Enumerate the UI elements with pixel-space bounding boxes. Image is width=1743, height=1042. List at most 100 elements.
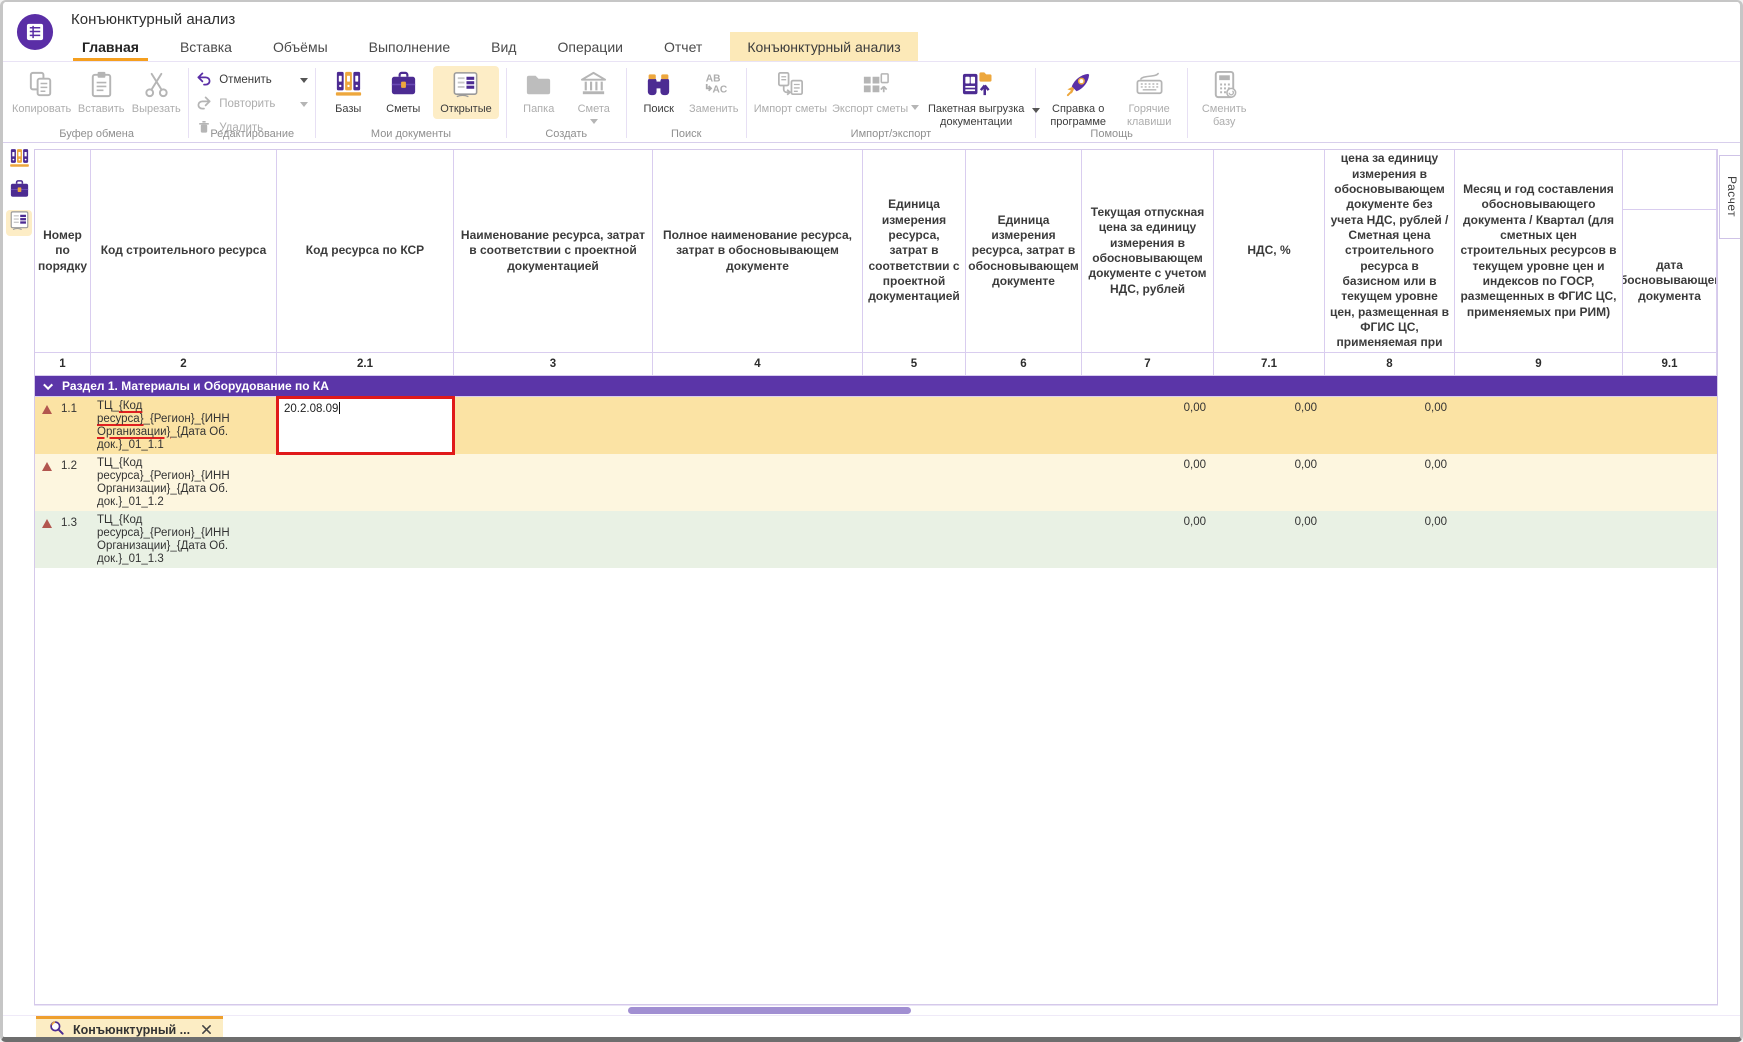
group-divider: [506, 68, 507, 138]
hotkeys-label: Горячие клавиши: [1119, 103, 1179, 129]
folder-button[interactable]: Папка: [514, 66, 564, 116]
section-title: Раздел 1. Материалы и Оборудование по КА: [62, 379, 329, 393]
opened-doc-mini-icon: [8, 209, 31, 237]
raschet-label: Расчет: [1725, 176, 1739, 217]
binoculars-icon: [643, 68, 674, 101]
column-number: 4: [653, 353, 863, 376]
document-tab-konyunkturny-analiz[interactable]: Конъюнктурный ...: [36, 1016, 223, 1040]
column-number: 7.1: [1214, 353, 1325, 376]
redo-label: Повторить: [219, 98, 275, 110]
tab-vid[interactable]: Вид: [478, 32, 529, 61]
column-number: 2.1: [277, 353, 454, 376]
replace-label: Заменить: [689, 103, 738, 116]
sidebar-bases-button[interactable]: [6, 148, 32, 174]
paste-label: Вставить: [78, 103, 125, 116]
copy-icon: [26, 68, 57, 101]
ribbon-group-create: Папка Смета Создать: [509, 66, 624, 142]
folder-label: Папка: [523, 103, 554, 116]
main-area: Номер по порядку Код строительного ресур…: [3, 143, 1740, 1005]
export-dropdown-icon[interactable]: [911, 105, 919, 114]
sidebar-estimates-button[interactable]: [6, 179, 32, 205]
group-label-help: Помощь: [1038, 128, 1185, 140]
tab-obyomy[interactable]: Объёмы: [260, 32, 341, 61]
column-number: 6: [966, 353, 1082, 376]
redo-button[interactable]: Повторить: [196, 94, 308, 114]
about-button[interactable]: Справка о программе: [1043, 66, 1113, 129]
group-divider: [626, 68, 627, 138]
export-estimate-label: Экспорт сметы: [832, 103, 908, 116]
batch-upload-button[interactable]: Пакетная выгрузка документации: [924, 66, 1028, 130]
document-tab-label: Конъюнктурный ...: [73, 1023, 190, 1037]
redo-dropdown-icon[interactable]: [300, 102, 308, 111]
import-icon: [775, 68, 806, 101]
column-header: Наименование ресурса, затрат в соответст…: [454, 150, 653, 353]
close-icon[interactable]: [201, 1024, 212, 1035]
create-estimate-label: Смета: [578, 103, 610, 116]
window-title: Конъюнктурный анализ: [71, 11, 235, 28]
opened-button[interactable]: Открытые: [433, 66, 499, 119]
cut-button[interactable]: Вырезать: [131, 66, 181, 116]
bases-button[interactable]: Базы: [323, 66, 373, 116]
undo-label: Отменить: [219, 74, 272, 86]
tab-glavnaya[interactable]: Главная: [69, 32, 152, 61]
section-row[interactable]: Раздел 1. Материалы и Оборудование по КА: [35, 376, 1717, 397]
estimates-button[interactable]: Сметы: [378, 66, 428, 116]
undo-dropdown-icon[interactable]: [300, 78, 308, 87]
export-icon: [860, 68, 891, 101]
ribbon-group-import-export: Импорт сметы Экспорт сметы Пакетная выгр…: [749, 66, 1033, 142]
import-estimate-label: Импорт сметы: [754, 103, 827, 116]
scrollbar-thumb[interactable]: [628, 1007, 911, 1014]
briefcase-icon: [388, 68, 419, 101]
ribbon-group-change-base: Сменить базу: [1190, 66, 1258, 142]
paste-icon: [86, 68, 117, 101]
hotkeys-button[interactable]: Горячие клавиши: [1118, 66, 1180, 129]
opened-doc-icon: [450, 68, 481, 101]
magnifier-icon: [48, 1019, 65, 1041]
find-label: Поиск: [643, 103, 673, 116]
column-header: Единица измерения ресурса, затрат в соот…: [863, 150, 966, 353]
svg-text:AB: AB: [706, 74, 721, 85]
group-label-create: Создать: [509, 128, 624, 140]
column-number: 2: [91, 353, 277, 376]
column-number: 3: [454, 353, 653, 376]
column-header: Номер по порядку: [35, 150, 91, 353]
column-header: Код строительного ресурса: [91, 150, 277, 353]
redo-icon: [196, 95, 212, 114]
export-estimate-button[interactable]: Экспорт сметы: [832, 66, 919, 116]
bases-icon: [333, 68, 364, 101]
sidebar-opened-button[interactable]: [6, 210, 32, 236]
tab-otchet[interactable]: Отчет: [651, 32, 715, 61]
change-base-button[interactable]: Сменить базу: [1195, 66, 1253, 129]
column-number: 8: [1325, 353, 1455, 376]
column-number: 5: [863, 353, 966, 376]
tab-vstavka[interactable]: Вставка: [167, 32, 245, 61]
quick-sidebar: [3, 143, 34, 1005]
group-divider: [315, 68, 316, 138]
tab-vypolnenie[interactable]: Выполнение: [356, 32, 463, 61]
bases-mini-icon: [8, 147, 31, 175]
group-divider: [1187, 68, 1188, 138]
section-collapse-icon[interactable]: [43, 380, 53, 390]
tab-raschet[interactable]: Расчет: [1719, 155, 1743, 239]
replace-button[interactable]: ABAC Заменить: [689, 66, 739, 116]
import-estimate-button[interactable]: Импорт сметы: [754, 66, 827, 116]
briefcase-mini-icon: [8, 178, 31, 206]
column-header: Полное наименование ресурса, затрат в об…: [653, 150, 863, 353]
horizontal-scrollbar[interactable]: [34, 1005, 1718, 1014]
cut-icon: [141, 68, 172, 101]
tab-konyunkturny-analiz[interactable]: Конъюнктурный анализ: [730, 32, 917, 61]
group-divider: [1035, 68, 1036, 138]
copy-button[interactable]: Копировать: [12, 66, 71, 116]
find-button[interactable]: Поиск: [634, 66, 684, 116]
group-label-import-export: Импорт/экспорт: [749, 128, 1033, 140]
tab-operacii[interactable]: Операции: [544, 32, 636, 61]
undo-button[interactable]: Отменить: [196, 70, 308, 90]
create-estimate-dropdown-icon[interactable]: [590, 119, 598, 128]
replace-icon: ABAC: [698, 68, 729, 101]
create-estimate-button[interactable]: Смета: [569, 66, 619, 128]
app-logo-icon: [16, 13, 54, 51]
app-window: Конъюнктурный анализ Главная Вставка Объ…: [0, 0, 1743, 1042]
copy-label: Копировать: [12, 103, 71, 116]
paste-button[interactable]: Вставить: [76, 66, 126, 116]
group-divider: [188, 68, 189, 138]
